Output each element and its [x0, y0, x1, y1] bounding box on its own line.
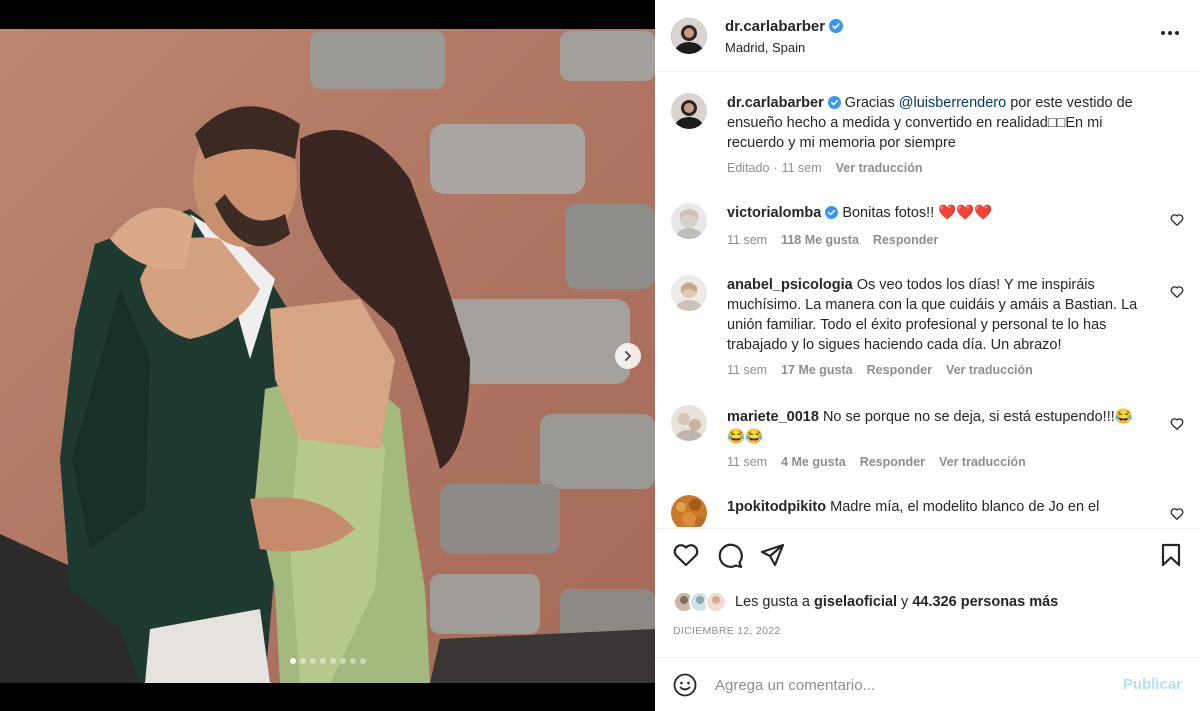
- chevron-right-icon: [625, 351, 631, 361]
- caption-avatar[interactable]: [671, 93, 707, 129]
- verified-icon: [825, 206, 839, 219]
- heart-icon[interactable]: [673, 543, 699, 567]
- comment-likes[interactable]: 118 Me gusta: [781, 233, 859, 247]
- caption: dr.carlabarber Gracias @luisberrendero p…: [655, 91, 1200, 181]
- caption-mention[interactable]: @luisberrendero: [899, 95, 1006, 111]
- comment-time[interactable]: 11 sem: [727, 363, 767, 377]
- share-icon[interactable]: [760, 543, 786, 567]
- likes-count[interactable]: 44.326 personas más: [912, 594, 1058, 610]
- heart-icon[interactable]: [1170, 417, 1184, 430]
- carousel-indicator: [0, 658, 655, 664]
- comment-meta: 11 sem 4 Me gusta Responder Ver traducción: [727, 455, 1040, 469]
- comment-avatar[interactable]: [671, 275, 707, 311]
- likes-middle: y: [897, 594, 913, 610]
- comment-input[interactable]: [715, 670, 1095, 700]
- comment-meta: 11 sem 118 Me gusta Responder: [727, 233, 952, 247]
- photo-illustration: [0, 29, 655, 683]
- likes-summary[interactable]: Les gusta a giselaoficial y 44.326 perso…: [673, 590, 1058, 614]
- separator: ·: [773, 161, 778, 175]
- comment-avatar[interactable]: [671, 405, 707, 441]
- heart-icon[interactable]: [1170, 285, 1184, 298]
- caption-username[interactable]: dr.carlabarber: [727, 95, 824, 111]
- comment-meta: 11 sem 17 Me gusta Responder Ver traducción: [727, 363, 1047, 377]
- comment-item: 1pokitodpikito Madre mía, el modelito bl…: [655, 495, 1200, 527]
- carousel-dot: [329, 658, 336, 664]
- verified-icon: [829, 19, 844, 33]
- liker-avatar: [705, 591, 727, 613]
- caption-time[interactable]: 11 sem: [782, 161, 822, 175]
- caption-text: dr.carlabarber Gracias @luisberrendero p…: [727, 93, 1147, 153]
- likes-text[interactable]: Les gusta a giselaoficial y 44.326 perso…: [735, 594, 1058, 610]
- comment-icon[interactable]: [717, 543, 743, 569]
- comment-avatar[interactable]: [671, 203, 707, 239]
- comment-composer: Publicar: [655, 657, 1200, 711]
- comment-text: anabel_psicologia Os veo todos los días!…: [727, 275, 1147, 355]
- carousel-dot: [319, 658, 326, 664]
- comment-time[interactable]: 11 sem: [727, 455, 767, 469]
- carousel-dot: [339, 658, 346, 664]
- comment-avatar[interactable]: [671, 495, 707, 527]
- comment-username[interactable]: victorialomba: [727, 205, 821, 221]
- carousel-dot: [359, 658, 366, 664]
- emoji-icon[interactable]: [673, 673, 697, 697]
- caption-edited: Editado: [727, 161, 770, 175]
- author-username[interactable]: dr.carlabarber: [725, 18, 844, 35]
- caption-translate-link[interactable]: Ver traducción: [836, 161, 923, 175]
- likes-prefix: Les gusta a: [735, 594, 814, 610]
- comment-item: mariete_0018 No se porque no se deja, si…: [655, 405, 1200, 485]
- post-header: dr.carlabarber Madrid, Spain: [655, 0, 1200, 72]
- carousel-dot: [349, 658, 356, 664]
- comment-body: Bonitas fotos!! ❤️❤️❤️: [842, 205, 993, 221]
- caption-meta: Editado · 11 sem Ver traducción: [727, 161, 937, 175]
- carousel-dot: [299, 658, 306, 664]
- carousel-dot: [289, 658, 296, 664]
- author-avatar[interactable]: [671, 18, 707, 54]
- heart-icon[interactable]: [1170, 507, 1184, 520]
- comment-username[interactable]: anabel_psicologia: [727, 277, 853, 293]
- comment-reply-button[interactable]: Responder: [860, 455, 925, 469]
- carousel-next-button[interactable]: [615, 343, 641, 369]
- post-date[interactable]: DICIEMBRE 12, 2022: [673, 625, 781, 637]
- comment-likes[interactable]: 17 Me gusta: [781, 363, 853, 377]
- bookmark-icon[interactable]: [1160, 543, 1182, 567]
- comment-time[interactable]: 11 sem: [727, 233, 767, 247]
- comment-likes[interactable]: 4 Me gusta: [781, 455, 846, 469]
- publish-button[interactable]: Publicar: [1123, 676, 1182, 693]
- post-actions: Les gusta a giselaoficial y 44.326 perso…: [655, 528, 1200, 657]
- comment-text: 1pokitodpikito Madre mía, el modelito bl…: [727, 497, 1147, 517]
- comment-body: Madre mía, el modelito blanco de Jo en e…: [830, 499, 1100, 515]
- comment-reply-button[interactable]: Responder: [873, 233, 938, 247]
- author-username-text[interactable]: dr.carlabarber: [725, 18, 825, 35]
- post-side-panel: dr.carlabarber Madrid, Spain dr.carlabar…: [655, 0, 1200, 711]
- comment-text: victorialomba Bonitas fotos!! ❤️❤️❤️: [727, 203, 1147, 223]
- comment-translate-link[interactable]: Ver traducción: [946, 363, 1033, 377]
- comment-username[interactable]: mariete_0018: [727, 409, 819, 425]
- more-icon[interactable]: [1160, 30, 1180, 36]
- likes-user[interactable]: giselaoficial: [814, 594, 897, 610]
- comments-list[interactable]: dr.carlabarber Gracias @luisberrendero p…: [655, 73, 1200, 527]
- carousel-dot: [309, 658, 316, 664]
- caption-text-part: Gracias: [844, 95, 899, 111]
- post-media-pane: [0, 0, 655, 711]
- comment-reply-button[interactable]: Responder: [867, 363, 932, 377]
- heart-icon[interactable]: [1170, 213, 1184, 226]
- post-location[interactable]: Madrid, Spain: [725, 40, 805, 55]
- post-photo[interactable]: [0, 29, 655, 683]
- comment-username[interactable]: 1pokitodpikito: [727, 499, 826, 515]
- verified-icon: [827, 96, 841, 109]
- comment-item: anabel_psicologia Os veo todos los días!…: [655, 273, 1200, 393]
- comment-translate-link[interactable]: Ver traducción: [939, 455, 1026, 469]
- comment-item: victorialomba Bonitas fotos!! ❤️❤️❤️ 11 …: [655, 201, 1200, 261]
- comment-text: mariete_0018 No se porque no se deja, si…: [727, 407, 1147, 447]
